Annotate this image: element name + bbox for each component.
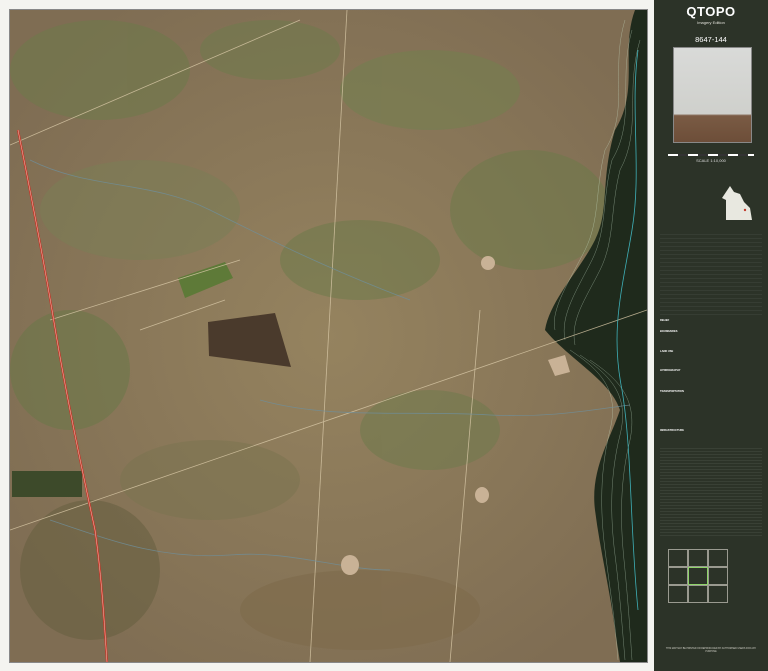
legend-block	[660, 231, 762, 315]
map-info-panel: QTOPO Imagery Edition 8647-144 SCALE 1:1…	[654, 0, 768, 671]
scale-bar	[668, 154, 754, 156]
scale-label: SCALE 1:10,000	[696, 158, 726, 163]
cover-photo	[673, 47, 752, 143]
map-subtitle: Imagery Edition	[697, 20, 725, 25]
map-title: QTOPO	[686, 4, 736, 19]
dam	[475, 487, 489, 503]
legend-transportation: TRANSPORTATION	[660, 390, 684, 393]
dam	[481, 256, 495, 270]
panel-notes	[660, 446, 762, 538]
legend-hydrography: HYDROGRAPHY	[660, 369, 681, 372]
map-area[interactable]	[9, 9, 648, 663]
legend-relief: RELIEF	[660, 319, 670, 322]
legend-land-use: LAND USE	[660, 350, 674, 353]
state-locator-map	[722, 186, 752, 220]
adjoining-sheets-index	[668, 549, 728, 603]
dark-field-2	[12, 471, 82, 497]
disclaimer-title: THIS MAP MAY BE PRINTED OR REPRODUCED BY…	[665, 648, 757, 653]
map-imagery	[10, 10, 647, 662]
legend-infrastructure: INFRASTRUCTURE	[660, 429, 684, 432]
sheet-number: 8647-144	[695, 35, 727, 44]
legend-boundaries: BOUNDARIES	[660, 330, 678, 333]
dam	[341, 555, 359, 575]
